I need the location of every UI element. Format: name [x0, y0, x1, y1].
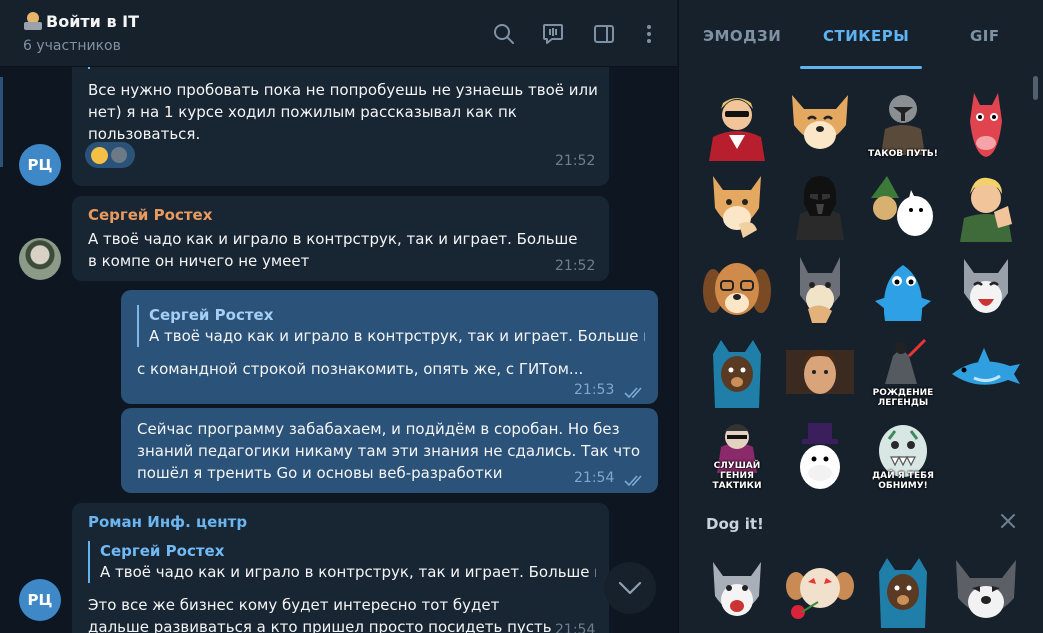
sender-name[interactable]: Сергей Ростех — [88, 206, 212, 224]
message-text: Сейчас программу забабахаем, и подйдём в… — [137, 420, 641, 482]
search-icon[interactable] — [492, 22, 516, 46]
close-icon[interactable] — [999, 512, 1017, 530]
sticker-dog-rose[interactable] — [782, 552, 858, 628]
outgoing-message-bubble[interactable]: Сергей Ростех А твоё чадо как и играло в… — [121, 290, 658, 404]
sticker-dog-hoodie-2[interactable] — [865, 552, 941, 628]
sticker-red-horse[interactable] — [948, 85, 1024, 161]
reply-text: А твоё чадо как и играло в контрструк, т… — [100, 563, 596, 581]
reply-sender: Сергей Ростех — [100, 542, 225, 560]
tab-gif[interactable]: GIF — [970, 27, 1000, 45]
message-text: с командной строкой познакомить, опять ж… — [137, 360, 584, 378]
reply-sender: Сергей Ростех — [149, 306, 274, 324]
message-text: Все нужно пробовать пока не попробуешь н… — [88, 81, 598, 143]
sticker-darth-vader[interactable] — [782, 168, 858, 244]
message-text: Это все же бизнес кому будет интересно т… — [88, 596, 552, 633]
message-bubble[interactable]: Роман Инф. центр Сергей Ростех А твоё ча… — [72, 503, 609, 633]
chat-messages-area[interactable]: Все нужно пробовать пока не попробуешь н… — [0, 67, 677, 633]
message-bubble[interactable]: Все нужно пробовать пока не попробуешь н… — [72, 67, 609, 186]
sidebar-toggle-icon[interactable] — [592, 22, 616, 46]
sticker-husky-serious[interactable] — [948, 552, 1024, 628]
avatar[interactable]: РЦ — [19, 579, 61, 621]
sticker-man-thumbs[interactable] — [948, 168, 1024, 244]
message-time: 21:52 — [555, 153, 596, 169]
sticker-tactics-genius[interactable]: СЛУШАЙ ГЕНИЯ ТАКТИКИ — [699, 417, 775, 493]
sticker-businessman[interactable] — [699, 85, 775, 161]
avatar[interactable] — [19, 238, 61, 280]
chat-title[interactable]: Войти в IT — [23, 11, 139, 31]
reply-bar — [88, 67, 90, 69]
sticker-legend-birth[interactable]: РОЖДЕНИЕ ЛЕГЕНДЫ — [865, 334, 941, 410]
message-text: А твоё чадо как и играло в контрструк, т… — [88, 230, 578, 270]
message-time: 21:54 — [574, 470, 615, 486]
sticker-husky-laughing[interactable] — [948, 251, 1024, 327]
chat-header[interactable]: Войти в IT 6 участников — [0, 0, 677, 67]
sticker-panel[interactable]: ЭМОДЗИ СТИКЕРЫ GIF ТАКОВ ПУТЬ! РОЖДЕНИЕ … — [678, 0, 1043, 633]
chevron-down-icon — [618, 581, 642, 595]
reaction-avatar — [110, 146, 128, 164]
sticker-dolphin[interactable] — [948, 334, 1024, 410]
message-bubble[interactable]: Сергей Ростех А твоё чадо как и играло в… — [72, 196, 609, 281]
sticker-caption: РОЖДЕНИЕ ЛЕГЕНДЫ — [872, 388, 934, 408]
read-checkmarks-icon — [624, 387, 642, 399]
sticker-caption: ТАКОВ ПУТЬ! — [868, 149, 938, 159]
unread-indicator — [0, 77, 3, 167]
sticker-beagle-glasses[interactable] — [699, 251, 775, 327]
sender-name[interactable]: Роман Инф. центр — [88, 513, 247, 531]
technologist-emoji-icon — [23, 11, 43, 31]
sticker-moomin-tophat[interactable] — [782, 417, 858, 493]
sticker-mandalorian[interactable]: ТАКОВ ПУТЬ! — [865, 85, 941, 161]
tab-stickers[interactable]: СТИКЕРЫ — [823, 27, 909, 45]
message-time: 21:52 — [555, 258, 596, 274]
thumbs-up-icon — [91, 146, 108, 164]
sticker-han-solo[interactable] — [782, 334, 858, 410]
active-tab-indicator — [800, 66, 922, 69]
reactions[interactable] — [85, 142, 135, 168]
sticker-dog-hoodie[interactable] — [699, 334, 775, 410]
sticker-caption: СЛУШАЙ ГЕНИЯ ТАКТИКИ — [712, 461, 762, 491]
sticker-caption: ДАЙ Я ТЕБЯ ОБНИМУ! — [872, 471, 934, 491]
sticker-moomin-friends[interactable] — [865, 168, 941, 244]
reply-quote[interactable]: Сергей Ростех А твоё чадо как и играло в… — [88, 541, 596, 583]
message-time: 21:53 — [574, 382, 615, 398]
sticker-doge-thinking[interactable] — [699, 168, 775, 244]
scroll-down-button[interactable] — [604, 562, 656, 614]
sticker-blue-seal[interactable] — [865, 251, 941, 327]
read-checkmarks-icon — [624, 475, 642, 487]
sticker-husky-scream[interactable] — [699, 552, 775, 628]
outgoing-message-bubble[interactable]: Сейчас программу забабахаем, и подйдём в… — [121, 408, 658, 493]
members-count[interactable]: 6 участников — [23, 38, 121, 54]
panel-tabs: ЭМОДЗИ СТИКЕРЫ GIF — [679, 0, 1043, 69]
reply-text: А твоё чадо как и играло в контрструк, т… — [149, 327, 645, 345]
sticker-husky-thinking[interactable] — [782, 251, 858, 327]
chat-title-text: Войти в IT — [46, 11, 140, 31]
sticker-doge-wink[interactable] — [782, 85, 858, 161]
more-menu-icon[interactable] — [637, 22, 661, 46]
sticker-yeti-hug[interactable]: ДАЙ Я ТЕБЯ ОБНИМУ! — [865, 417, 941, 493]
reply-quote[interactable]: Сергей Ростех А твоё чадо как и играло в… — [137, 305, 645, 347]
avatar[interactable]: РЦ — [19, 144, 61, 186]
sticker-set-title: Dog it! — [706, 515, 764, 533]
voice-chat-icon[interactable] — [541, 22, 565, 46]
scrollbar[interactable] — [1033, 76, 1038, 100]
message-time: 21:54 — [555, 622, 596, 633]
tab-emoji[interactable]: ЭМОДЗИ — [703, 27, 781, 45]
